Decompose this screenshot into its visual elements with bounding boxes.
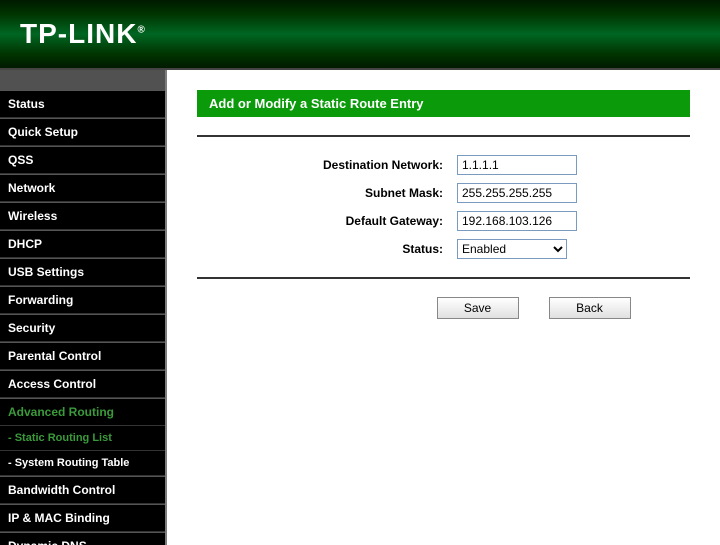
row-status: Status: Enabled xyxy=(197,239,690,259)
brand-logo: TP-LINK® xyxy=(20,18,146,50)
separator-top xyxy=(197,135,690,137)
sidebar-item-dynamic-dns[interactable]: Dynamic DNS xyxy=(0,532,165,545)
sidebar-item-parental-control[interactable]: Parental Control xyxy=(0,342,165,370)
sidebar-item-network[interactable]: Network xyxy=(0,174,165,202)
destination-input[interactable] xyxy=(457,155,577,175)
sidebar-item-bandwidth-control[interactable]: Bandwidth Control xyxy=(0,476,165,504)
row-destination: Destination Network: xyxy=(197,155,690,175)
back-button[interactable]: Back xyxy=(549,297,631,319)
sidebar-item-system-routing-table[interactable]: - System Routing Table xyxy=(0,451,165,476)
sidebar-item-usb-settings[interactable]: USB Settings xyxy=(0,258,165,286)
sidebar-item-quick-setup[interactable]: Quick Setup xyxy=(0,118,165,146)
status-select[interactable]: Enabled xyxy=(457,239,567,259)
header: TP-LINK® xyxy=(0,0,720,70)
row-subnet: Subnet Mask: xyxy=(197,183,690,203)
sidebar-item-status[interactable]: Status xyxy=(0,90,165,118)
brand-sup: ® xyxy=(137,25,145,36)
sidebar-item-access-control[interactable]: Access Control xyxy=(0,370,165,398)
sidebar-item-security[interactable]: Security xyxy=(0,314,165,342)
button-row: Save Back xyxy=(197,297,690,319)
container: StatusQuick SetupQSSNetworkWirelessDHCPU… xyxy=(0,70,720,545)
separator-bottom xyxy=(197,277,690,279)
row-gateway: Default Gateway: xyxy=(197,211,690,231)
sidebar-item-forwarding[interactable]: Forwarding xyxy=(0,286,165,314)
destination-label: Destination Network: xyxy=(197,158,457,172)
brand-text: TP-LINK xyxy=(20,18,137,49)
status-label: Status: xyxy=(197,242,457,256)
page-title: Add or Modify a Static Route Entry xyxy=(197,90,690,117)
sidebar-item-ip-mac-binding[interactable]: IP & MAC Binding xyxy=(0,504,165,532)
sidebar-item-qss[interactable]: QSS xyxy=(0,146,165,174)
gateway-label: Default Gateway: xyxy=(197,214,457,228)
gateway-input[interactable] xyxy=(457,211,577,231)
save-button[interactable]: Save xyxy=(437,297,519,319)
sidebar-item-wireless[interactable]: Wireless xyxy=(0,202,165,230)
form: Destination Network: Subnet Mask: Defaul… xyxy=(197,155,690,259)
main-content: Add or Modify a Static Route Entry Desti… xyxy=(165,70,720,545)
sidebar: StatusQuick SetupQSSNetworkWirelessDHCPU… xyxy=(0,70,165,545)
sidebar-item-static-routing-list[interactable]: - Static Routing List xyxy=(0,426,165,451)
sidebar-item-advanced-routing[interactable]: Advanced Routing xyxy=(0,398,165,426)
subnet-label: Subnet Mask: xyxy=(197,186,457,200)
subnet-input[interactable] xyxy=(457,183,577,203)
sidebar-item-dhcp[interactable]: DHCP xyxy=(0,230,165,258)
